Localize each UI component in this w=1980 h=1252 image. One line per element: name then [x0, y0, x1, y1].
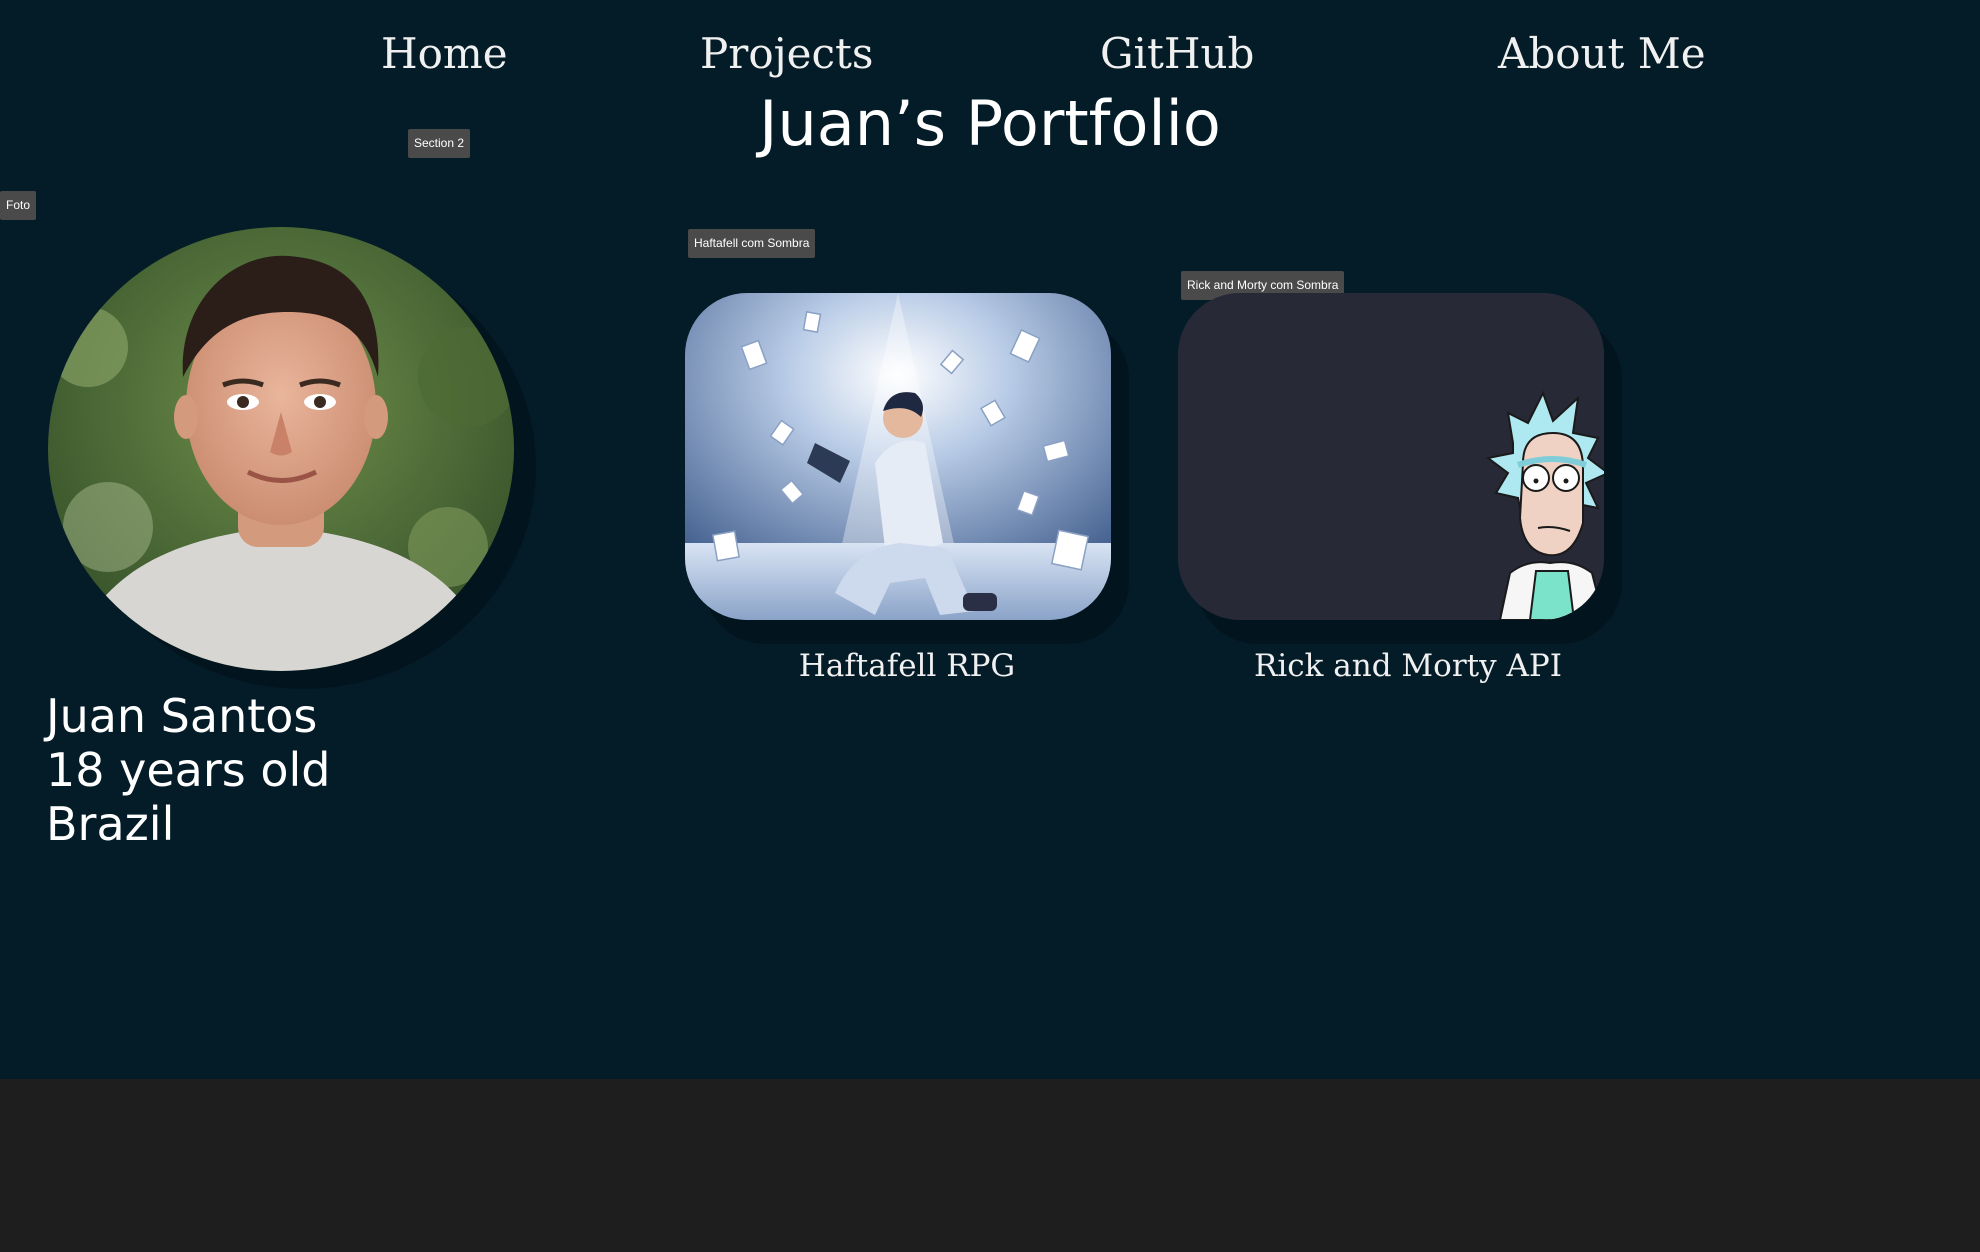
profile-photo [48, 227, 514, 671]
nav-projects[interactable]: Projects [700, 24, 873, 84]
nav-github[interactable]: GitHub [1100, 24, 1254, 84]
rick-and-morty-project-title[interactable]: Rick and Morty API [1178, 640, 1638, 692]
haftafell-rpg-image [685, 293, 1111, 620]
haftafell-project-title[interactable]: Haftafell RPG [685, 640, 1129, 692]
portfolio-frame: Home Projects GitHub About Me Juan’s Por… [0, 0, 1980, 1079]
nav-home[interactable]: Home [381, 24, 508, 84]
nav-about-me[interactable]: About Me [1498, 24, 1706, 84]
haftafell-shadow-tag[interactable]: Haftafell com Sombra [688, 229, 816, 258]
section-tag[interactable]: Section 2 [408, 129, 471, 158]
rick-and-morty-project-card[interactable] [1178, 293, 1604, 620]
profile-country: Brazil [46, 797, 175, 851]
canvas-background [0, 1079, 1980, 1252]
page-title: Juan’s Portfolio [759, 87, 1221, 160]
profile-age: 18 years old [46, 743, 331, 797]
haftafell-project-card[interactable] [685, 293, 1111, 620]
profile-name: Juan Santos [46, 689, 318, 743]
photo-tag[interactable]: Foto [0, 191, 37, 220]
rick-and-morty-image [1178, 293, 1604, 620]
